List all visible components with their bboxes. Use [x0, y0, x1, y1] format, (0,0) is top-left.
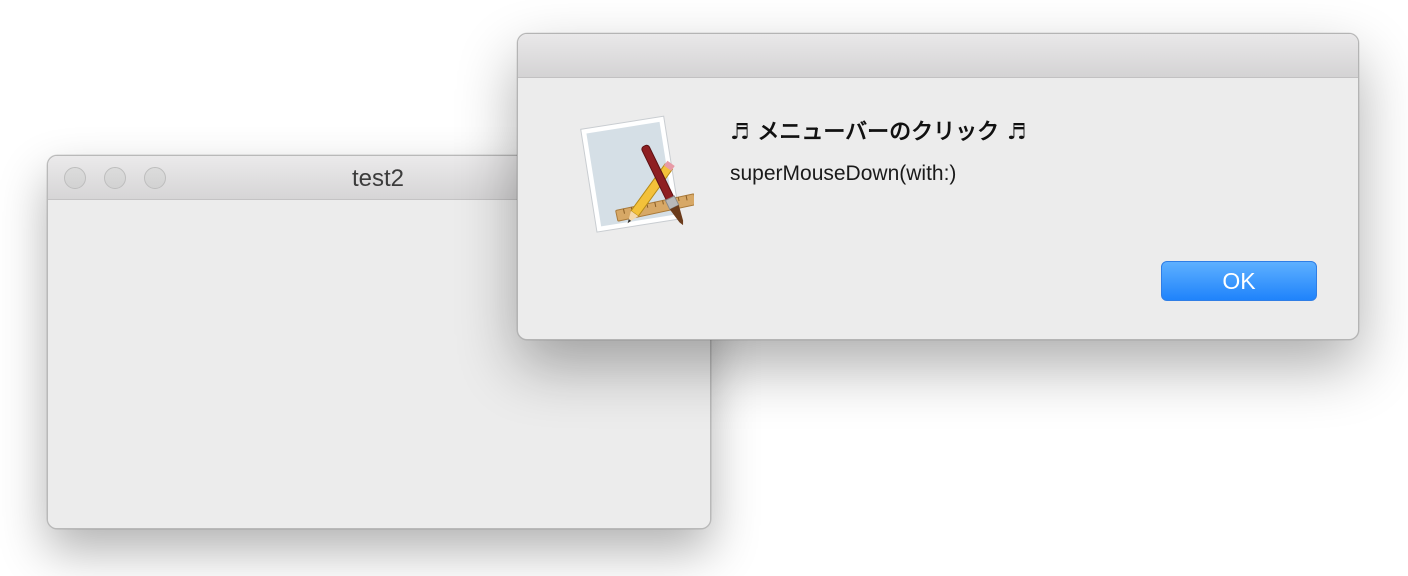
alert-message: superMouseDown(with:) [730, 162, 957, 185]
alert-dialog: ♬ メニューバーのクリック ♬ superMouseDown(with:) OK [517, 33, 1359, 340]
alert-heading: ♬ メニューバーのクリック ♬ [730, 120, 1027, 145]
alert-titlebar[interactable] [518, 34, 1358, 78]
minimize-button[interactable] [104, 167, 126, 189]
close-button[interactable] [64, 167, 86, 189]
window-title: test2 [351, 165, 405, 192]
ok-button[interactable]: OK [1161, 261, 1317, 301]
desktop: test2 ♬ メニューバーのクリック ♬ superMouseDown(wit… [0, 0, 1408, 576]
app-icon [576, 112, 697, 234]
zoom-button[interactable] [144, 167, 166, 189]
